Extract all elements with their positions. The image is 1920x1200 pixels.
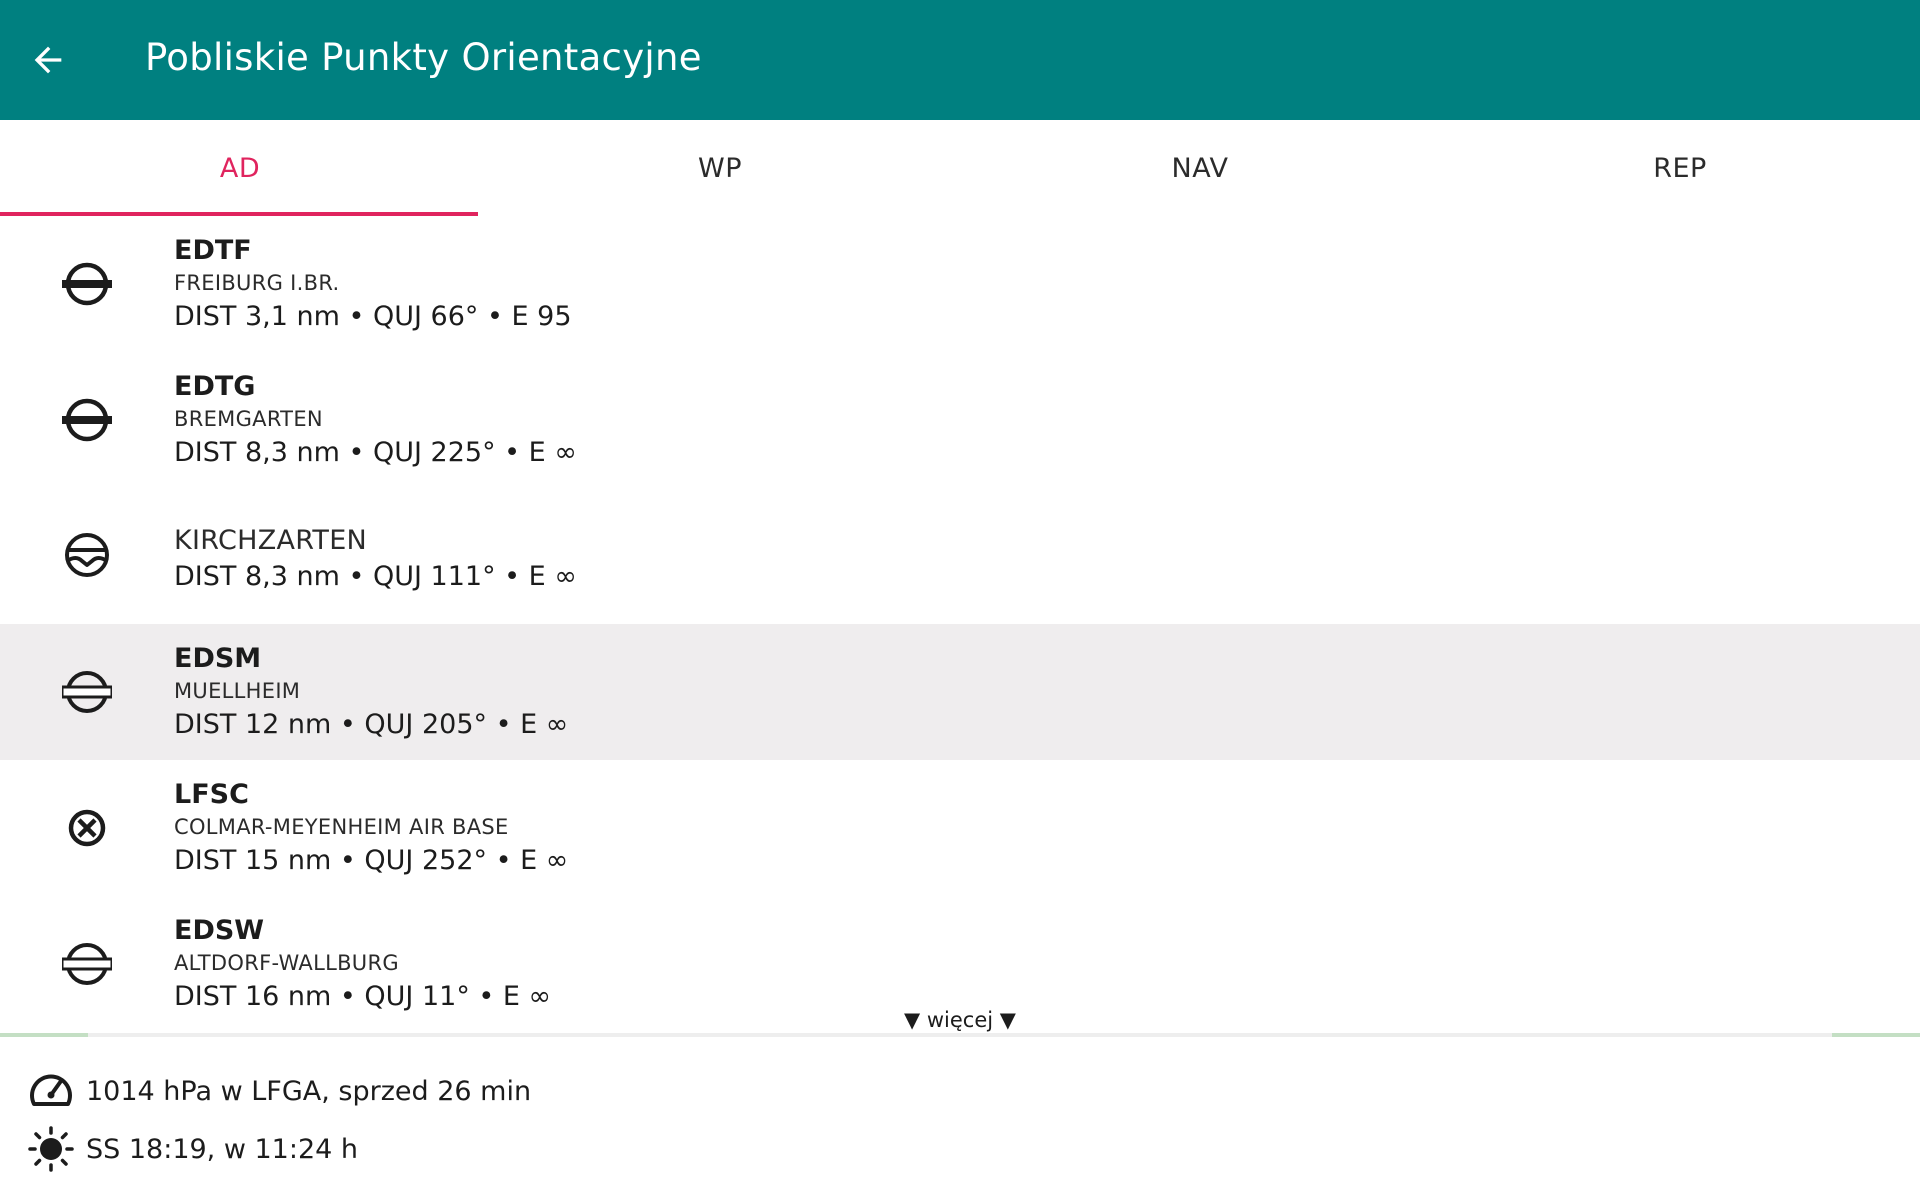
- waypoint-list: EDTF FREIBURG I.BR. DIST 3,1 nm • QUJ 66…: [0, 216, 1920, 1036]
- waypoint-name: COLMAR-MEYENHEIM AIR BASE: [174, 815, 509, 839]
- waypoint-code: EDSM: [174, 643, 262, 674]
- list-item[interactable]: EDTF FREIBURG I.BR. DIST 3,1 nm • QUJ 66…: [0, 216, 1920, 352]
- military-airfield-icon: [68, 809, 106, 847]
- waypoint-name: MUELLHEIM: [174, 679, 301, 703]
- waypoint-info: DIST 15 nm • QUJ 252° • E ∞: [174, 845, 569, 876]
- tab-rep[interactable]: REP: [1440, 120, 1920, 216]
- waypoint-code: EDTG: [174, 371, 256, 402]
- sun-status: SS 18:19, w 11:24 h: [28, 1126, 358, 1172]
- tab-bar: AD WP NAV REP: [0, 120, 1920, 216]
- divider-accent-left: [0, 1033, 88, 1037]
- waypoint-info: DIST 8,3 nm • QUJ 111° • E ∞: [174, 561, 577, 592]
- grass-airfield-icon: [62, 671, 112, 713]
- list-item[interactable]: KIRCHZARTEN DIST 8,3 nm • QUJ 111° • E ∞: [0, 488, 1920, 624]
- waypoint-info: DIST 8,3 nm • QUJ 225° • E ∞: [174, 437, 577, 468]
- list-item[interactable]: LFSC COLMAR-MEYENHEIM AIR BASE DIST 15 n…: [0, 760, 1920, 896]
- list-item[interactable]: EDSM MUELLHEIM DIST 12 nm • QUJ 205° • E…: [0, 624, 1920, 760]
- sun-icon: [28, 1126, 74, 1172]
- divider-accent-right: [1832, 1033, 1920, 1037]
- arrow-left-icon: [34, 46, 62, 74]
- list-item[interactable]: EDTG BREMGARTEN DIST 8,3 nm • QUJ 225° •…: [0, 352, 1920, 488]
- back-button[interactable]: [22, 28, 74, 92]
- airfield-icon: [62, 262, 112, 306]
- waypoint-code: EDTF: [174, 235, 252, 266]
- pressure-status: 1014 hPa w LFGA, sprzed 26 min: [28, 1068, 531, 1114]
- divider: [0, 1033, 1920, 1037]
- airfield-icon: [62, 398, 112, 442]
- waypoint-name: ALTDORF-WALLBURG: [174, 951, 399, 975]
- sun-text: SS 18:19, w 11:24 h: [86, 1133, 359, 1165]
- waypoint-name: BREMGARTEN: [174, 407, 323, 431]
- pressure-text: 1014 hPa w LFGA, sprzed 26 min: [86, 1075, 532, 1107]
- tab-ad[interactable]: AD: [0, 120, 480, 216]
- tab-wp[interactable]: WP: [480, 120, 960, 216]
- tab-nav[interactable]: NAV: [960, 120, 1440, 216]
- waypoint-info: DIST 12 nm • QUJ 205° • E ∞: [174, 709, 569, 740]
- glider-site-icon: [65, 533, 109, 577]
- app-bar: Pobliskie Punkty Orientacyjne: [0, 0, 1920, 120]
- waypoint-code: LFSC: [174, 779, 249, 810]
- speedometer-icon: [30, 1074, 72, 1106]
- waypoint-name: FREIBURG I.BR.: [174, 271, 340, 295]
- waypoint-code: EDSW: [174, 915, 265, 946]
- waypoint-name: KIRCHZARTEN: [174, 525, 368, 556]
- more-indicator[interactable]: ▼ więcej ▼: [0, 1008, 1920, 1032]
- grass-airfield-icon: [62, 943, 112, 985]
- waypoint-info: DIST 3,1 nm • QUJ 66° • E 95: [174, 301, 572, 332]
- page-title: Pobliskie Punkty Orientacyjne: [145, 36, 702, 79]
